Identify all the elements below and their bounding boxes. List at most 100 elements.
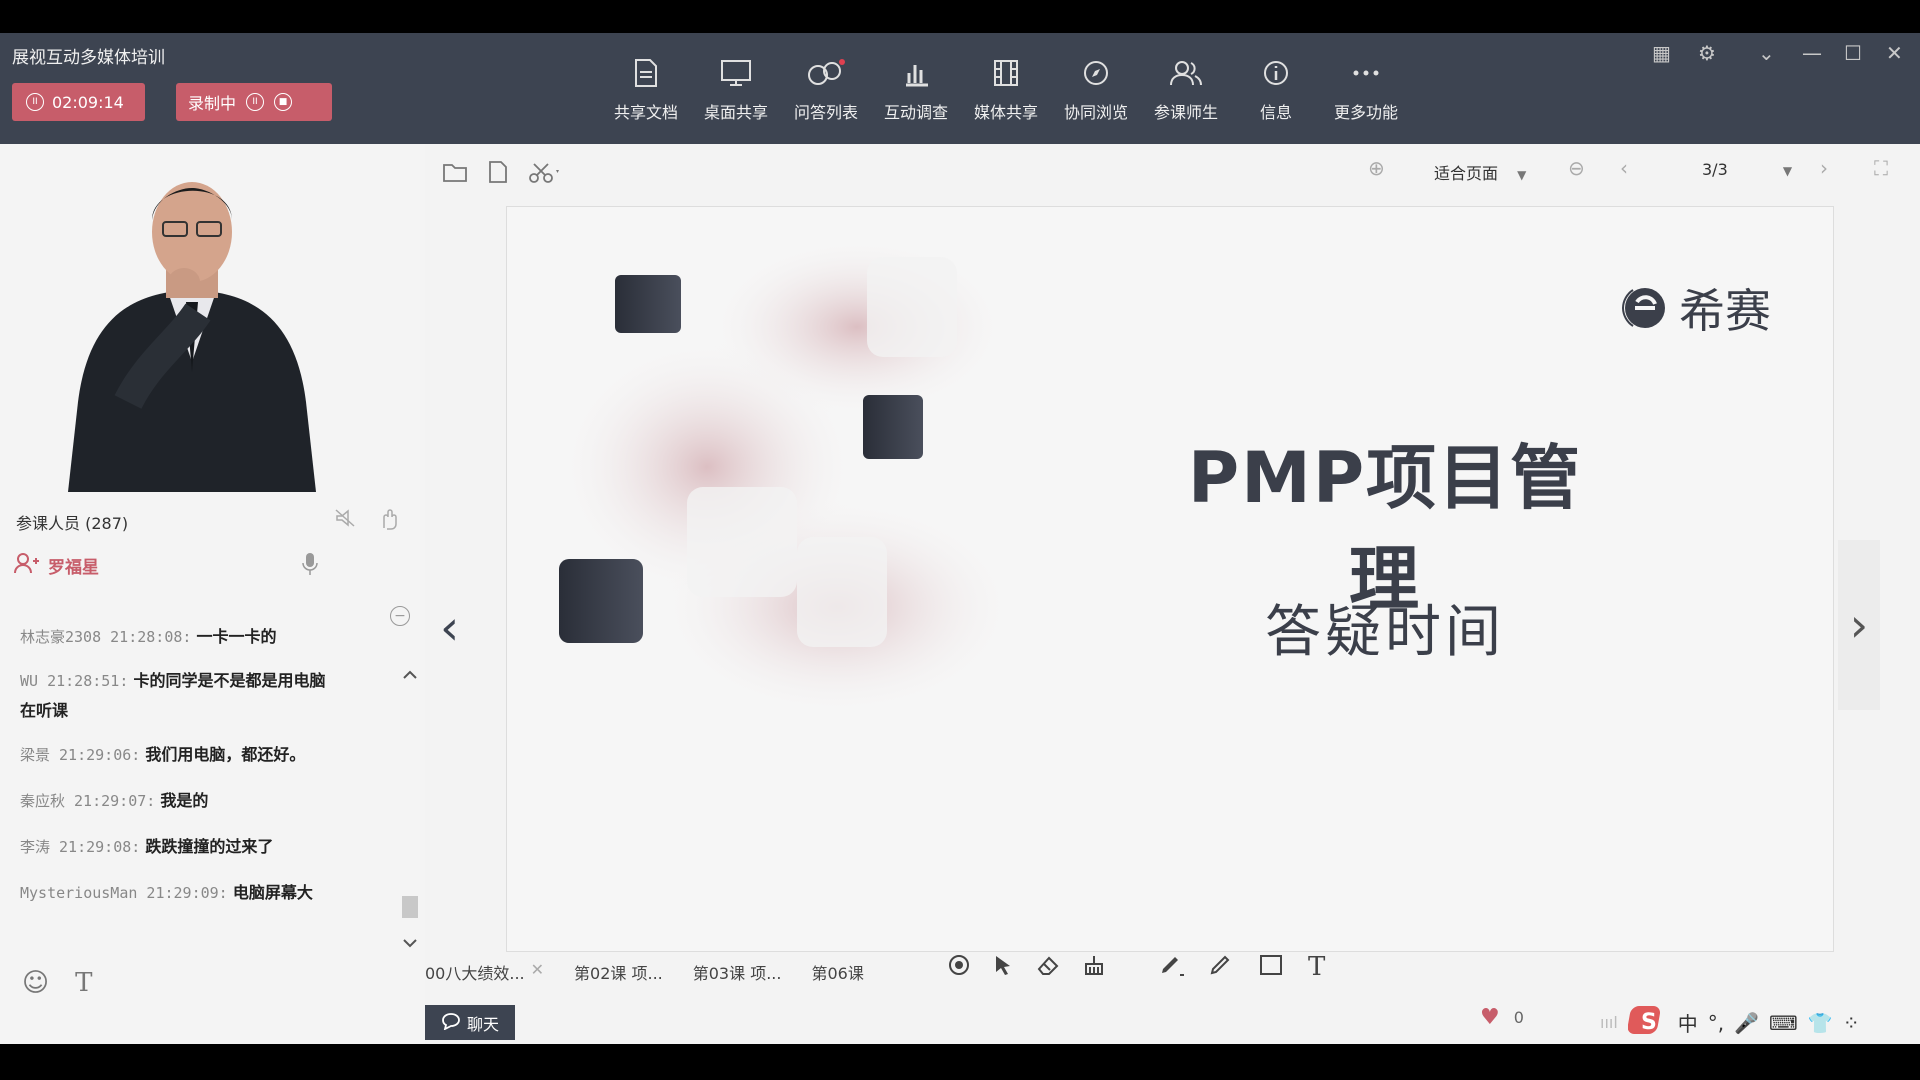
close-icon[interactable]: ✕	[531, 960, 544, 990]
pointer-icon[interactable]	[992, 954, 1014, 980]
tool-media-share[interactable]: 媒体共享	[966, 55, 1046, 123]
info-icon	[1236, 55, 1316, 91]
tool-cobrowse[interactable]: 协同浏览	[1056, 55, 1136, 123]
chevron-down-icon: ▼	[1517, 168, 1527, 182]
chat-message: 梁景 21:29:06: 我们用电脑，都还好。	[20, 745, 306, 764]
zoom-in-icon[interactable]: ⊕	[1368, 156, 1385, 180]
status-area: ♥ 0	[1480, 1005, 1524, 1030]
doc-tab[interactable]: 第03课 项...	[693, 960, 782, 990]
qa-list-icon	[786, 55, 866, 91]
punctuation-icon[interactable]: °,	[1708, 1011, 1724, 1035]
doc-tab[interactable]: 第06课	[811, 960, 863, 990]
document-tabs: 00八大绩效... ✕ 第02课 项... 第03课 项... 第06课	[425, 960, 864, 990]
layout-icon[interactable]: ▦	[1652, 41, 1671, 65]
zoom-select[interactable]: 适合页面 ▼	[1434, 160, 1526, 184]
chevron-down-icon[interactable]: ⌄	[1758, 41, 1775, 65]
toolbox-grid-icon[interactable]: ⁘	[1843, 1011, 1860, 1035]
maximize-icon[interactable]: ☐	[1844, 41, 1862, 65]
timer-badge: II 02:09:14	[12, 83, 145, 121]
media-share-icon	[966, 55, 1046, 91]
doc-tab[interactable]: 第02课 项...	[574, 960, 663, 990]
ime-toolbar: ıııl S 中 °, 🎤 ⌨ 👕 ⁘	[1600, 1002, 1860, 1043]
zoom-out-icon[interactable]: ⊖	[1568, 156, 1585, 180]
microphone-icon[interactable]	[302, 552, 318, 580]
app-title: 展视互动多媒体培训	[12, 48, 165, 68]
pen-icon[interactable]	[1208, 953, 1236, 981]
scissors-icon[interactable]	[528, 161, 562, 187]
record-dot-icon[interactable]	[948, 954, 970, 980]
sidebar: 参课人员 (287) 罗福星 − 林志豪2308 21:28:08: 一卡一卡的…	[0, 144, 425, 1044]
emoji-icon[interactable]: ☺	[22, 968, 49, 998]
document-share-icon	[606, 55, 686, 91]
doc-tab[interactable]: 00八大绩效...	[425, 960, 525, 990]
more-icon	[1326, 55, 1406, 91]
chat-message: MysteriousMan 21:29:09: 电脑屏幕大	[20, 883, 313, 902]
timer-value: 02:09:14	[52, 92, 124, 112]
logo-mark-icon	[1622, 288, 1665, 328]
brand-logo: 希赛	[1617, 275, 1771, 341]
annotation-toolbar: T	[948, 950, 1325, 984]
tool-info[interactable]: 信息	[1236, 55, 1316, 123]
clear-broom-icon[interactable]	[1082, 954, 1106, 980]
stop-record-icon[interactable]: ■	[274, 93, 293, 111]
desktop-share-icon	[696, 55, 776, 91]
header: 展视互动多媒体培训 II 02:09:14 录制中 II ■ 共享文档 桌面共享…	[0, 33, 1920, 144]
chat-tab[interactable]: 聊天	[425, 1005, 515, 1040]
mute-all-icon[interactable]	[334, 508, 356, 534]
slide: 希赛 PMP项目管理 答疑时间	[506, 206, 1834, 952]
participants-icon	[1146, 55, 1226, 91]
close-icon[interactable]: ✕	[1886, 41, 1903, 65]
slide-prev-arrow-icon[interactable]: ‹	[440, 600, 459, 656]
speaker-row[interactable]: 罗福星	[14, 552, 99, 579]
ime-language[interactable]: 中	[1678, 1008, 1698, 1037]
teacher-video	[68, 162, 316, 492]
rectangle-icon[interactable]	[1258, 953, 1286, 981]
heart-icon[interactable]: ♥	[1480, 1005, 1500, 1030]
fullscreen-icon[interactable]: ⛶	[1874, 156, 1888, 180]
signal-icon: ıııl	[1600, 1013, 1618, 1032]
slide-subtitle: 答疑时间	[1265, 600, 1505, 665]
slide-next-arrow-icon[interactable]: ›	[1838, 540, 1880, 710]
tool-survey[interactable]: 互动调查	[876, 55, 956, 123]
settings-gear-icon[interactable]: ⚙	[1698, 41, 1716, 65]
raise-hand-icon[interactable]	[378, 508, 400, 534]
eraser-icon[interactable]	[1036, 954, 1060, 980]
chat-message: 李涛 21:29:08: 跌跌撞撞的过来了	[20, 837, 274, 856]
survey-chart-icon	[876, 55, 956, 91]
text-format-icon[interactable]: T	[75, 968, 92, 998]
user-speaking-icon	[14, 552, 40, 579]
chevron-down-icon: ▼	[1782, 164, 1793, 178]
keyboard-icon[interactable]: ⌨	[1769, 1011, 1798, 1035]
like-count: 0	[1513, 1008, 1524, 1027]
tool-more[interactable]: 更多功能	[1326, 55, 1406, 123]
chat-message: WU 21:28:51: 卡的同学是不是都是用电脑 在听课	[20, 671, 326, 720]
sogou-logo-icon[interactable]: S	[1627, 1002, 1668, 1043]
page-indicator[interactable]: 3/3 ▼	[1702, 160, 1792, 179]
pause-icon: II	[26, 93, 44, 111]
tool-participants[interactable]: 参课师生	[1146, 55, 1226, 123]
highlighter-icon[interactable]	[1158, 953, 1186, 981]
voice-input-icon[interactable]: 🎤	[1734, 1011, 1759, 1035]
pause-record-icon[interactable]: II	[246, 93, 265, 111]
compass-icon	[1056, 55, 1136, 91]
open-folder-icon[interactable]	[442, 161, 468, 187]
speaker-name: 罗福星	[48, 558, 99, 578]
tool-share-doc[interactable]: 共享文档	[606, 55, 686, 123]
tool-desktop-share[interactable]: 桌面共享	[696, 55, 776, 123]
recording-control[interactable]: 录制中 II ■	[176, 83, 332, 121]
chat-scrollbar[interactable]	[400, 664, 420, 954]
recording-label: 录制中	[188, 94, 237, 113]
minimize-icon[interactable]: —	[1802, 41, 1822, 65]
top-bar	[0, 0, 1920, 33]
chat-list: 林志豪2308 21:28:08: 一卡一卡的 WU 21:28:51: 卡的同…	[0, 614, 400, 974]
text-tool-icon[interactable]: T	[1308, 952, 1325, 982]
prev-page-icon[interactable]: ‹	[1620, 156, 1628, 180]
next-page-icon[interactable]: ›	[1820, 156, 1828, 180]
tool-qa-list[interactable]: 问答列表	[786, 55, 866, 123]
chat-bubble-icon	[441, 1012, 461, 1034]
chat-message: 秦应秋 21:29:07: 我是的	[20, 791, 209, 810]
attendee-count: 参课人员 (287)	[16, 514, 129, 533]
svg-text:S: S	[1641, 1010, 1657, 1035]
skin-shirt-icon[interactable]: 👕	[1808, 1011, 1833, 1035]
new-document-icon[interactable]	[488, 160, 508, 188]
